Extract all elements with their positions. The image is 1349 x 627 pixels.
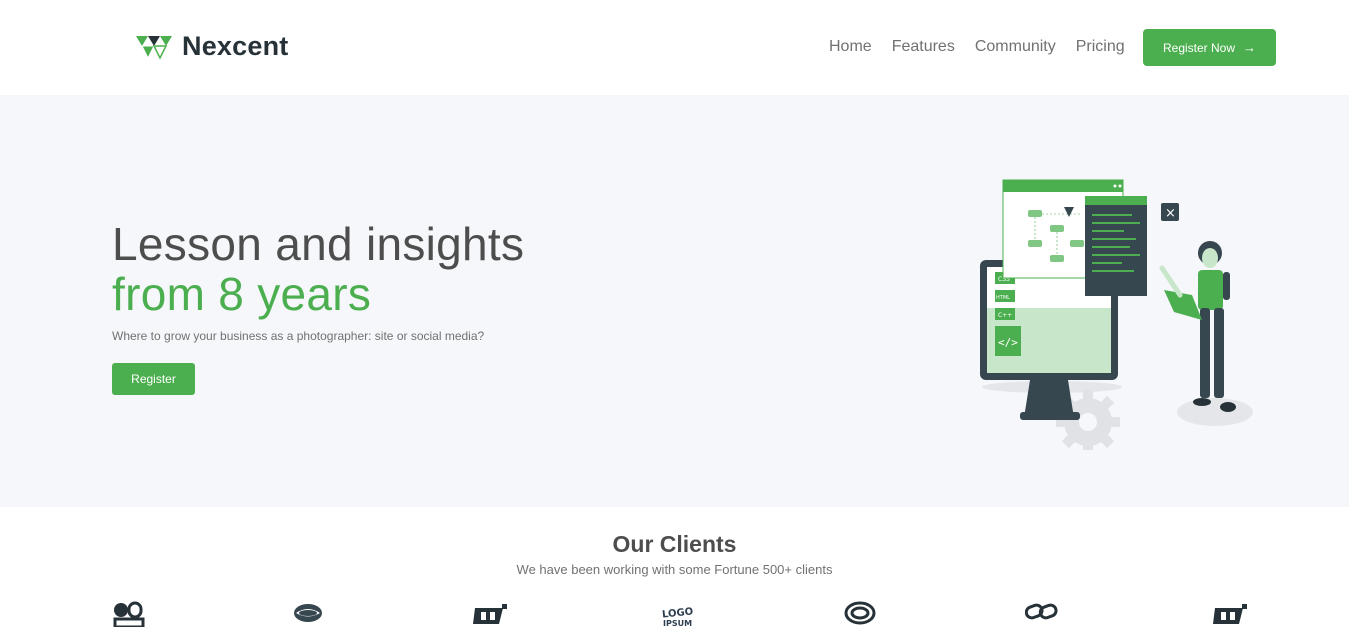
svg-text:IPSUM: IPSUM [663,619,692,627]
developer-illustration: CSS HTML C++ </> × [980,179,1253,450]
hero-title-line1: Lesson and insights [112,218,525,270]
site-header: Nexcent Home Features Community Pricing … [0,0,1349,95]
client-logo-3-icon [473,604,507,624]
register-now-button[interactable]: Register Now → [1143,29,1276,66]
nexcent-logo-icon [136,35,172,60]
main-nav: Home Features Community Pricing [829,38,1145,56]
clients-title: Our Clients [612,531,737,557]
code-tag-icon: </> [998,336,1018,349]
hero-section: Lesson and insights from 8 years Where t… [0,95,1349,507]
nav-community[interactable]: Community [975,38,1056,56]
person-figure [1159,241,1236,412]
close-box-icon: × [1161,203,1179,221]
client-logo-1-icon [113,601,145,627]
nav-features[interactable]: Features [892,38,955,56]
nav-pricing[interactable]: Pricing [1076,38,1125,56]
brand-logo[interactable]: Nexcent [136,31,288,62]
client-logo-5-icon [844,601,876,625]
brand-name: Nexcent [182,31,289,61]
register-now-label: Register Now [1162,40,1236,55]
client-logo-4-icon: LOGO IPSUM [662,606,694,627]
cpp-tag: C++ [998,312,1012,319]
clients-subtitle: We have been working with some Fortune 5… [516,562,833,577]
hero-title-line2: from 8 years [112,268,372,320]
register-button[interactable]: Register [112,363,195,395]
nav-home[interactable]: Home [829,38,872,56]
svg-text:×: × [1165,206,1176,221]
arrow-right-icon: → [1243,40,1257,55]
client-logo-2-icon [294,604,322,622]
hero-subtitle: Where to grow your business as a photogr… [112,329,485,343]
html-tag: HTML [996,295,1010,301]
client-logo-6-icon [1025,603,1058,620]
hero-title: Lesson and insights from 8 years [112,219,524,319]
register-button-label: Register [131,372,176,386]
client-logo-7-icon [1213,604,1247,624]
